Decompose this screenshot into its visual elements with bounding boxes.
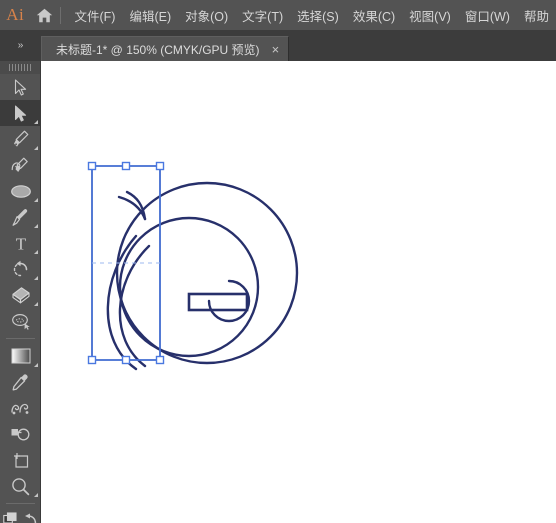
tool-direct-selection[interactable] bbox=[0, 100, 41, 126]
menu-item-edit[interactable]: 编辑(E) bbox=[122, 0, 178, 30]
blend-icon bbox=[11, 403, 29, 415]
magnifier-icon bbox=[12, 477, 30, 495]
menu-item-help[interactable]: 帮助 bbox=[517, 0, 556, 30]
close-icon[interactable]: × bbox=[272, 43, 280, 56]
document-tab-label: 未标题-1* @ 150% (CMYK/GPU 预览) bbox=[56, 42, 260, 57]
selection-handle[interactable] bbox=[121, 355, 131, 365]
pen-nib-icon bbox=[14, 130, 29, 147]
document-tab[interactable]: 未标题-1* @ 150% (CMYK/GPU 预览) × bbox=[41, 36, 290, 61]
tool-eyedropper[interactable] bbox=[0, 369, 41, 395]
tool-eraser[interactable] bbox=[0, 282, 41, 308]
tool-blend[interactable] bbox=[0, 395, 41, 421]
tool-paintbrush[interactable] bbox=[0, 204, 41, 230]
tool-lasso[interactable] bbox=[0, 308, 41, 334]
menu-item-file[interactable]: 文件(F) bbox=[67, 0, 122, 30]
menu-bar: Ai 文件(F) 编辑(E) 对象(O) 文字(T) 选择(S) 效果(C) 视… bbox=[0, 0, 556, 30]
eyedropper-icon bbox=[12, 373, 28, 391]
tool-curvature[interactable] bbox=[0, 152, 41, 178]
paintbrush-icon bbox=[12, 208, 28, 226]
tool-flyout-indicator[interactable] bbox=[34, 363, 38, 367]
ellipse-icon bbox=[10, 184, 31, 198]
rectangle-path bbox=[187, 292, 249, 312]
tool-flyout-indicator[interactable] bbox=[34, 276, 38, 280]
illustrator-window: Ai 文件(F) 编辑(E) 对象(O) 文字(T) 选择(S) 效果(C) 视… bbox=[0, 0, 556, 523]
spiral-arc-path bbox=[207, 279, 251, 323]
menu-item-window[interactable]: 窗口(W) bbox=[458, 0, 517, 30]
toolbar-divider-2 bbox=[5, 503, 35, 504]
curvature-pen-icon bbox=[11, 157, 28, 172]
menu-item-select[interactable]: 选择(S) bbox=[290, 0, 346, 30]
tool-rotate[interactable] bbox=[0, 256, 41, 282]
tool-flyout-indicator[interactable] bbox=[34, 302, 38, 306]
tool-selection[interactable] bbox=[0, 74, 41, 100]
artwork-group[interactable] bbox=[41, 61, 556, 523]
app-logo: Ai bbox=[6, 5, 25, 24]
eraser-icon bbox=[11, 287, 30, 304]
selection-handle[interactable] bbox=[87, 161, 97, 171]
menu-item-object[interactable]: 对象(O) bbox=[178, 0, 235, 30]
tools-panel: T bbox=[0, 61, 41, 523]
tool-type[interactable]: T bbox=[0, 230, 41, 256]
tool-flyout-indicator[interactable] bbox=[34, 493, 38, 497]
selection-handle[interactable] bbox=[155, 355, 165, 365]
toolbar-divider bbox=[5, 338, 35, 339]
screen-mode-row bbox=[0, 508, 41, 523]
expand-panels-icon[interactable]: » bbox=[0, 30, 41, 61]
artboard-canvas[interactable] bbox=[41, 61, 556, 523]
menu-item-type[interactable]: 文字(T) bbox=[235, 0, 290, 30]
home-icon[interactable] bbox=[30, 0, 57, 30]
lasso-icon bbox=[11, 313, 30, 330]
grip-dots bbox=[9, 64, 31, 71]
svg-text:T: T bbox=[15, 235, 26, 252]
selection-handle[interactable] bbox=[87, 355, 97, 365]
tool-shape-builder[interactable] bbox=[0, 421, 41, 447]
selection-cursor-icon bbox=[14, 78, 27, 96]
tool-flyout-indicator[interactable] bbox=[34, 250, 38, 254]
tool-zoom[interactable] bbox=[0, 473, 41, 499]
tool-pen[interactable] bbox=[0, 126, 41, 152]
type-tool-icon: T bbox=[15, 235, 26, 252]
menu-divider bbox=[59, 6, 61, 24]
rotate-icon bbox=[13, 260, 28, 276]
menu-item-view[interactable]: 视图(V) bbox=[402, 0, 458, 30]
direct-selection-cursor-icon bbox=[15, 105, 27, 121]
selection-handle[interactable] bbox=[121, 161, 131, 171]
inner-circle-path bbox=[118, 216, 260, 358]
tool-ellipse[interactable] bbox=[0, 178, 41, 204]
tool-flyout-indicator[interactable] bbox=[34, 146, 38, 150]
document-tab-bar: » 未标题-1* @ 150% (CMYK/GPU 预览) × bbox=[0, 30, 556, 61]
tool-flyout-indicator[interactable] bbox=[34, 224, 38, 228]
gradient-icon bbox=[11, 348, 30, 364]
selection-handle[interactable] bbox=[155, 161, 165, 171]
shape-builder-icon bbox=[11, 428, 30, 441]
tool-flyout-indicator[interactable] bbox=[34, 198, 38, 202]
change-screen-mode-icon[interactable] bbox=[3, 512, 18, 523]
artwork-paths[interactable] bbox=[106, 181, 299, 371]
undo-arrow-icon[interactable] bbox=[24, 513, 38, 523]
menu-item-effect[interactable]: 效果(C) bbox=[346, 0, 402, 30]
color-controls bbox=[0, 508, 41, 523]
artboard-icon bbox=[14, 453, 29, 468]
tool-artboard[interactable] bbox=[0, 447, 41, 473]
tool-flyout-indicator[interactable] bbox=[34, 120, 38, 124]
tool-gradient[interactable] bbox=[0, 343, 41, 369]
panel-grip[interactable] bbox=[0, 61, 40, 74]
